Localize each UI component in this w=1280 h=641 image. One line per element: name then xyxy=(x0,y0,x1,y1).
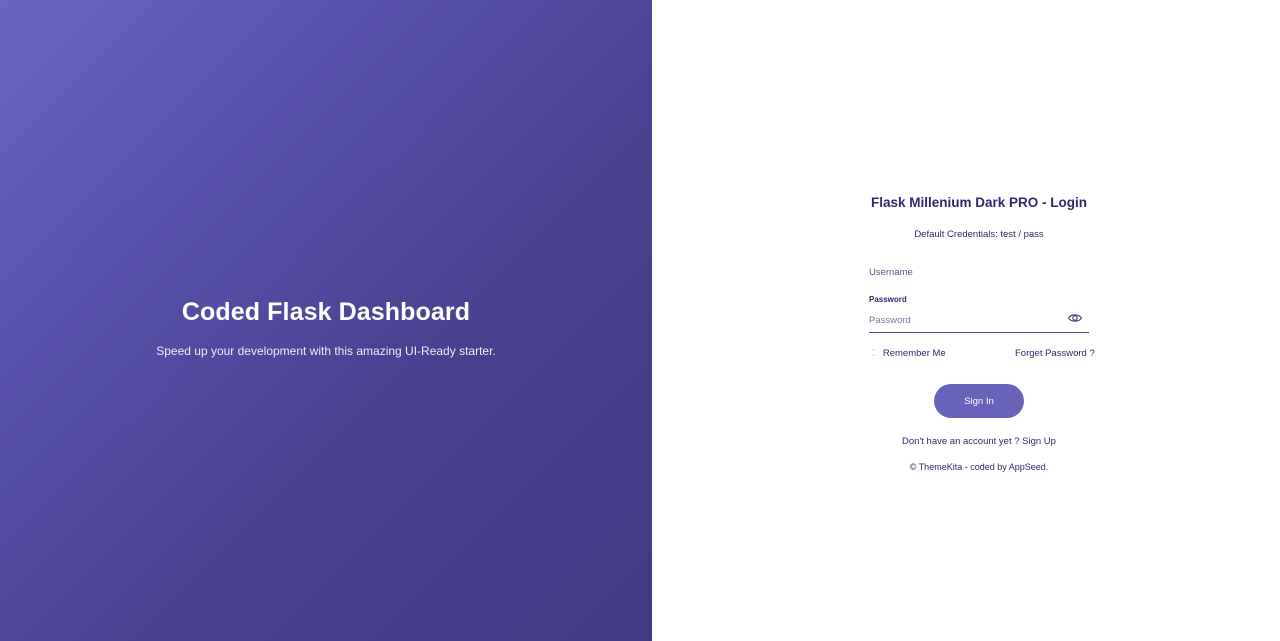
login-panel: Flask Millenium Dark PRO - Login Default… xyxy=(652,0,1280,641)
hero-panel: Coded Flask Dashboard Speed up your deve… xyxy=(0,0,652,641)
remember-me-checkbox[interactable]: ⁚ Remember Me xyxy=(872,348,946,359)
sign-up-link[interactable]: Sign Up xyxy=(1022,436,1056,447)
signup-prompt-text: Don't have an account yet ? xyxy=(902,436,1020,447)
sign-in-button[interactable]: Sign In xyxy=(934,384,1024,418)
password-label: Password xyxy=(869,295,907,304)
password-input[interactable] xyxy=(869,310,1064,330)
remember-me-label: Remember Me xyxy=(882,348,946,359)
login-title: Flask Millenium Dark PRO - Login xyxy=(870,195,1088,210)
default-credentials-text: Default Credentials: test / pass xyxy=(914,229,1044,240)
signup-prompt: Don't have an account yet ? Sign Up xyxy=(652,436,1280,447)
eye-icon[interactable] xyxy=(1067,310,1083,326)
forgot-password-link[interactable]: Forget Password ? xyxy=(1015,348,1095,359)
footer-credit: © ThemeKita - coded by AppSeed. xyxy=(909,462,1049,472)
hero-subtitle: Speed up your development with this amaz… xyxy=(156,344,496,358)
username-field[interactable]: Username xyxy=(869,267,913,278)
checkbox-icon: ⁚ xyxy=(872,348,875,358)
hero-title: Coded Flask Dashboard xyxy=(181,298,471,326)
password-underline xyxy=(869,332,1089,333)
